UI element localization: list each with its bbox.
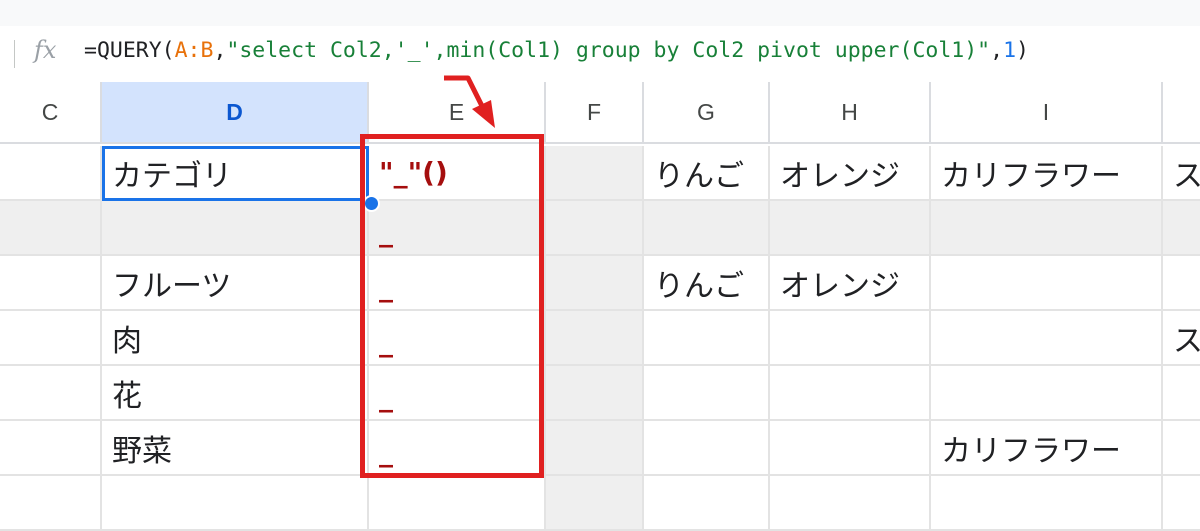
cell[interactable]: [102, 201, 369, 256]
fx-icon: fx: [34, 36, 57, 64]
formula-part: ,: [213, 38, 227, 63]
cell[interactable]: 野菜: [102, 421, 369, 476]
column-header[interactable]: F: [546, 82, 644, 144]
cell[interactable]: [546, 476, 644, 531]
cell[interactable]: [546, 311, 644, 366]
column-header[interactable]: I: [931, 82, 1163, 144]
cell[interactable]: [546, 366, 644, 421]
formula-bar-separator: [14, 40, 15, 68]
cell[interactable]: [931, 201, 1163, 256]
column-header[interactable]: G: [644, 82, 770, 144]
cell[interactable]: ス: [1163, 146, 1200, 201]
cell[interactable]: ス: [1163, 311, 1200, 366]
formula-bar: fx =QUERY(A:B,"select Col2,'_',min(Col1)…: [0, 26, 1200, 82]
cell[interactable]: [0, 311, 102, 366]
cell[interactable]: りんご: [644, 256, 770, 311]
cell[interactable]: オレンジ: [770, 146, 931, 201]
cell[interactable]: [644, 476, 770, 531]
annotation-highlight-box: [360, 134, 544, 478]
cell[interactable]: [770, 311, 931, 366]
formula-part: =QUERY(: [84, 38, 175, 63]
cell[interactable]: [931, 366, 1163, 421]
cell[interactable]: [0, 256, 102, 311]
selected-cell-outline: [102, 146, 369, 201]
cell[interactable]: [931, 256, 1163, 311]
cell[interactable]: [931, 311, 1163, 366]
cell[interactable]: [644, 421, 770, 476]
column-header[interactable]: D: [102, 82, 369, 144]
formula-part: A:B: [174, 38, 214, 63]
cell[interactable]: [0, 421, 102, 476]
cell[interactable]: 花: [102, 366, 369, 421]
cell[interactable]: [1163, 256, 1200, 311]
annotation-arrow-icon: [444, 75, 495, 128]
cell[interactable]: [1163, 366, 1200, 421]
formula-part: 1: [1003, 38, 1017, 63]
cell[interactable]: [644, 311, 770, 366]
cell[interactable]: [0, 201, 102, 256]
cell[interactable]: [546, 146, 644, 201]
cell[interactable]: [546, 421, 644, 476]
cell[interactable]: [931, 476, 1163, 531]
cell[interactable]: [546, 256, 644, 311]
column-header[interactable]: [1163, 82, 1200, 144]
cell[interactable]: [0, 146, 102, 201]
column-header[interactable]: C: [0, 82, 102, 144]
formula-input[interactable]: =QUERY(A:B,"select Col2,'_',min(Col1) gr…: [84, 38, 1029, 63]
cell[interactable]: [644, 366, 770, 421]
cell[interactable]: フルーツ: [102, 256, 369, 311]
window-top-strip: [0, 0, 1200, 26]
cell[interactable]: カリフラワー: [931, 146, 1163, 201]
cell[interactable]: [770, 421, 931, 476]
column-header[interactable]: H: [770, 82, 931, 144]
cell[interactable]: [1163, 421, 1200, 476]
cell[interactable]: オレンジ: [770, 256, 931, 311]
cell[interactable]: [770, 201, 931, 256]
cell[interactable]: [369, 476, 546, 531]
cell[interactable]: [0, 476, 102, 531]
cell[interactable]: 肉: [102, 311, 369, 366]
formula-part: ,: [990, 38, 1004, 63]
formula-part: "select Col2,'_',min(Col1) group by Col2…: [226, 38, 991, 63]
cell[interactable]: [1163, 201, 1200, 256]
cell[interactable]: [0, 366, 102, 421]
cell[interactable]: りんご: [644, 146, 770, 201]
cell[interactable]: [644, 201, 770, 256]
cell[interactable]: [770, 366, 931, 421]
formula-part: ): [1016, 38, 1029, 63]
cell[interactable]: カリフラワー: [931, 421, 1163, 476]
cell[interactable]: [770, 476, 931, 531]
cell[interactable]: [1163, 476, 1200, 531]
cell[interactable]: [102, 476, 369, 531]
cell[interactable]: [546, 201, 644, 256]
